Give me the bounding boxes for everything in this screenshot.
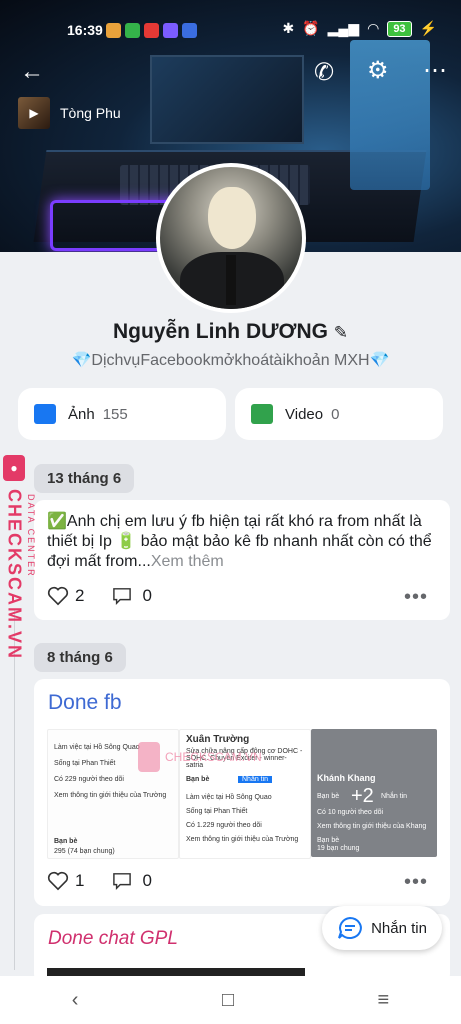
post-card[interactable]: ✅Anh chị em lưu ý fb hiện tại rất khó ra… xyxy=(34,500,450,620)
status-right: ✱ ⏰ ▂▄▆ ◠ 93 ⚡ xyxy=(282,20,437,37)
post-more-icon[interactable]: ••• xyxy=(404,586,428,609)
timeline-line xyxy=(14,610,15,970)
image-text: Nhắn tin xyxy=(381,793,408,800)
nav-back-icon[interactable]: ‹ xyxy=(72,989,79,1012)
watermark: ● CHECKSCAM.VN xyxy=(3,455,25,660)
watermark-sub: DATA CENTER xyxy=(26,494,36,578)
app-icon xyxy=(125,23,140,38)
post-text: ✅Anh chị em lưu ý fb hiện tại rất khó ra… xyxy=(47,512,437,572)
photos-tile[interactable]: Ảnh 155 xyxy=(18,388,226,440)
album-image[interactable]: Khánh Khang Bạn bè Nhắn tin Có 10 người … xyxy=(311,729,437,857)
image-text: Làm việc tại Hồ Sông Quao xyxy=(186,794,272,801)
profile-music[interactable]: ▶ Tòng Phu xyxy=(18,97,121,129)
edit-pencil-icon[interactable]: ✎ xyxy=(334,323,348,342)
messenger-icon xyxy=(163,23,178,38)
image-text: Xem thông tin giới thiệu của Khang xyxy=(317,823,427,830)
app-icon xyxy=(182,23,197,38)
album-title[interactable]: Done fb xyxy=(48,691,122,715)
heart-icon[interactable] xyxy=(47,871,69,891)
watermark-brand: CHECKSCAM.VN xyxy=(4,489,25,661)
image-text: Bạn bè xyxy=(317,837,340,844)
comment-icon[interactable] xyxy=(112,587,132,605)
app-icon xyxy=(144,23,159,38)
image-text: Có 1.229 người theo dõi xyxy=(186,822,262,829)
image-text: Bạn bè xyxy=(317,793,340,800)
image-text: Làm việc tại Hồ Sông Quao xyxy=(54,744,140,751)
nav-home-icon[interactable]: □ xyxy=(222,989,234,1012)
post-body: ✅Anh chị em lưu ý fb hiện tại rất khó ra… xyxy=(47,513,432,570)
phone-icon[interactable]: ✆ xyxy=(314,58,334,87)
comment-count: 0 xyxy=(142,586,152,605)
wifi-icon: ◠ xyxy=(367,20,380,36)
image-text: Nhắn tin xyxy=(238,776,273,783)
lock-icon: ● xyxy=(3,455,25,481)
more-photos-count: +2 xyxy=(351,785,374,807)
lock-icon xyxy=(138,742,160,772)
cover-monitor xyxy=(150,55,304,144)
like-count: 1 xyxy=(75,871,85,890)
system-nav-bar: ‹ □ ≡ xyxy=(0,976,461,1024)
app-icon xyxy=(106,23,121,38)
more-options-icon[interactable]: ⋯ xyxy=(423,56,447,85)
battery-indicator: 93 xyxy=(387,20,412,37)
cover-pc-tower xyxy=(350,40,430,190)
date-chip: 8 tháng 6 xyxy=(34,643,126,672)
music-artist: Tòng Phu xyxy=(60,105,121,121)
post-more-icon[interactable]: ••• xyxy=(404,871,428,894)
alarm-icon: ⏰ xyxy=(302,20,320,36)
photos-label: Ảnh xyxy=(68,405,95,423)
see-more-link[interactable]: Xem thêm xyxy=(151,553,224,570)
comment-icon[interactable] xyxy=(112,872,132,890)
image-text: Xem thông tin giới thiệu của Trường xyxy=(54,792,167,799)
image-text: Khánh Khang xyxy=(317,773,376,783)
signal-icon: ▂▄▆ xyxy=(327,20,360,36)
post-actions: 2 0 xyxy=(47,586,152,606)
image-text: Bạn bè xyxy=(186,776,210,783)
watermark-center-text: CHECKSCAM.VN xyxy=(165,750,262,764)
image-text: Có 229 người theo dõi xyxy=(54,776,124,783)
video-camera-icon xyxy=(251,404,273,424)
photo-icon xyxy=(34,404,56,424)
message-button[interactable]: Nhắn tin xyxy=(322,906,442,950)
play-icon[interactable]: ▶ xyxy=(18,97,50,129)
image-text: Sống tại Phan Thiết xyxy=(54,760,116,767)
avatar-mask xyxy=(208,187,256,249)
album-title[interactable]: Done chat GPL xyxy=(48,928,178,950)
heart-icon[interactable] xyxy=(47,586,69,606)
album-post-card[interactable]: Done fb Làm việc tại Hồ Sông Quao Sống t… xyxy=(34,679,450,906)
notification-icons xyxy=(106,23,197,38)
bluetooth-icon: ✱ xyxy=(282,20,295,36)
user-settings-icon[interactable]: ⚙ xyxy=(367,56,389,85)
profile-bio: 💎DịchvụFacebookmởkhoátàikhoản MXH💎 xyxy=(71,352,390,369)
image-text: Bạn bè xyxy=(54,838,78,845)
image-text: Có 10 người theo dõi xyxy=(317,809,384,816)
videos-tile[interactable]: Video 0 xyxy=(235,388,443,440)
status-time: 16:39 xyxy=(67,22,103,38)
image-text: 19 bạn chung xyxy=(317,845,360,852)
image-text: Sống tại Phan Thiết xyxy=(186,808,248,815)
nav-recents-icon[interactable]: ≡ xyxy=(378,989,390,1012)
avatar-tie xyxy=(226,255,236,305)
back-arrow-icon[interactable]: ← xyxy=(20,58,44,86)
image-text: 295 (74 bạn chung) xyxy=(54,848,115,855)
watermark-center: CHECKSCAM.VN xyxy=(138,742,262,772)
date-chip: 13 tháng 6 xyxy=(34,464,135,493)
message-button-label: Nhắn tin xyxy=(371,919,427,937)
image-text: Xem thông tin giới thiệu của Trường xyxy=(186,836,299,843)
videos-label: Video xyxy=(285,405,324,423)
videos-count: 0 xyxy=(331,405,340,423)
comment-count: 0 xyxy=(142,871,152,890)
status-bar: 16:39 ✱ ⏰ ▂▄▆ ◠ 93 ⚡ xyxy=(0,20,461,44)
avatar[interactable] xyxy=(156,163,306,313)
like-count: 2 xyxy=(75,586,85,605)
charging-icon: ⚡ xyxy=(419,20,437,36)
post-actions: 1 0 xyxy=(47,871,152,891)
chat-bubble-icon xyxy=(338,916,362,939)
profile-name: Nguyễn Linh DƯƠNG ✎ xyxy=(0,320,461,344)
photos-count: 155 xyxy=(102,405,128,423)
profile-name-text: Nguyễn Linh DƯƠNG xyxy=(112,320,328,343)
